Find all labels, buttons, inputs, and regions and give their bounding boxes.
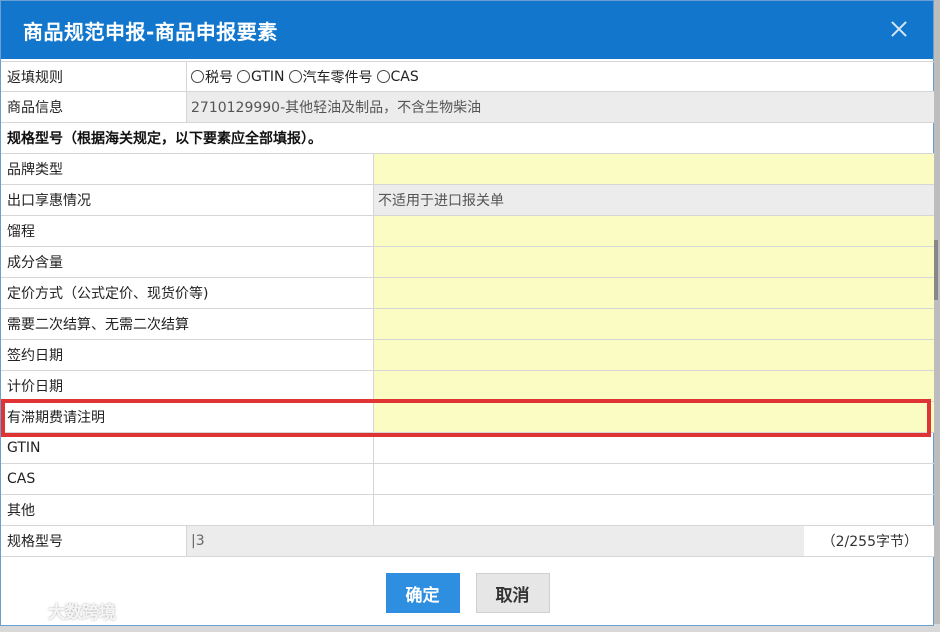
spec-model-input[interactable]: |3 (187, 526, 804, 556)
radio-label: 税号 (205, 69, 233, 86)
radio-circle-icon[interactable] (237, 70, 250, 83)
demurrage-input[interactable] (374, 402, 934, 432)
spec-row-pricing-method: 定价方式（公式定价、现货价等) (1, 278, 934, 309)
spec-row-other: 其他 (1, 495, 934, 526)
cas-input[interactable] (374, 464, 934, 494)
gtin-input[interactable] (374, 433, 934, 463)
background-scrollbar (934, 240, 938, 300)
product-info-row: 商品信息 2710129990-其他轻油及制品，不含生物柴油 (1, 92, 934, 123)
radio-circle-icon[interactable] (288, 70, 302, 83)
distillation-range-input[interactable] (374, 216, 934, 246)
radio-label: CAS (390, 68, 419, 85)
export-preference-value: 不适用于进口报关单 (374, 185, 934, 215)
spec-row-composition: 成分含量 (1, 247, 934, 278)
spec-model-row: 规格型号 |3 （2/255字节） (1, 526, 934, 557)
product-info-label: 商品信息 (1, 92, 187, 122)
spec-label: 馏程 (1, 216, 374, 246)
dialog-title: 商品规范申报-商品申报要素 (23, 19, 278, 44)
fill-rule-row: 返填规则 税号 GTIN 汽车零件号 CAS (1, 61, 934, 92)
pricing-method-input[interactable] (374, 278, 934, 308)
spec-label: 其他 (1, 495, 374, 525)
spec-label: 需要二次结算、无需二次结算 (1, 309, 374, 339)
watermark: 大数跨境 (4, 598, 116, 623)
spec-row-distillation-range: 馏程 (1, 216, 934, 247)
radio-tax-code[interactable]: 税号 (191, 67, 233, 87)
contract-date-input[interactable] (374, 340, 934, 370)
spec-row-gtin: GTIN (1, 433, 934, 464)
radio-circle-icon[interactable] (191, 70, 204, 83)
spec-label: 成分含量 (1, 247, 374, 277)
radio-label: GTIN (251, 68, 285, 85)
confirm-button[interactable]: 确定 (385, 573, 460, 613)
fill-rule-radio-group: 税号 GTIN 汽车零件号 CAS (191, 67, 423, 87)
spec-label: 计价日期 (1, 371, 374, 401)
composition-input[interactable] (374, 247, 934, 277)
spec-section-title: 规格型号（根据海关规定，以下要素应全部填报）。 (1, 123, 934, 154)
spec-row-pricing-date: 计价日期 (1, 371, 934, 402)
fill-rule-options: 税号 GTIN 汽车零件号 CAS (187, 62, 934, 91)
spec-label: 定价方式（公式定价、现货价等) (1, 278, 374, 308)
cancel-button[interactable]: 取消 (475, 573, 550, 613)
spec-row-demurrage: 有滞期费请注明 (1, 402, 934, 433)
close-icon[interactable] (889, 19, 909, 39)
spec-label: CAS (1, 464, 374, 494)
spec-row-export-preference: 出口享惠情况 不适用于进口报关单 (1, 185, 934, 216)
radio-circle-icon[interactable] (376, 70, 390, 83)
radio-auto-part-number[interactable]: 汽车零件号 (288, 67, 373, 87)
radio-cas[interactable]: CAS (376, 68, 419, 85)
declaration-form: 返填规则 税号 GTIN 汽车零件号 CAS 商品信息 2710129990-其… (1, 61, 934, 557)
byte-counter: （2/255字节） (804, 526, 934, 556)
spec-label: 品牌类型 (1, 154, 374, 184)
settlement-input[interactable] (374, 309, 934, 339)
product-info-value: 2710129990-其他轻油及制品，不含生物柴油 (187, 92, 934, 122)
spec-label: 出口享惠情况 (1, 185, 374, 215)
spec-row-settlement: 需要二次结算、无需二次结算 (1, 309, 934, 340)
radio-label: 汽车零件号 (302, 69, 373, 86)
watermark-logo-icon (5, 602, 36, 619)
spec-label: 有滞期费请注明 (1, 402, 374, 432)
watermark-text: 大数跨境 (48, 603, 116, 623)
pricing-date-input[interactable] (374, 371, 934, 401)
radio-gtin[interactable]: GTIN (237, 69, 285, 85)
declaration-elements-dialog: 商品规范申报-商品申报要素 返填规则 税号 GTIN 汽车零件号 CAS 商品信… (0, 0, 934, 626)
spec-label: 签约日期 (1, 340, 374, 370)
spec-row-contract-date: 签约日期 (1, 340, 934, 371)
spec-row-brand-type: 品牌类型 (1, 154, 934, 185)
other-input[interactable] (374, 495, 934, 525)
dialog-footer: 确定 取消 (1, 561, 934, 625)
fill-rule-label: 返填规则 (1, 62, 187, 91)
brand-type-input[interactable] (374, 154, 934, 184)
spec-row-cas: CAS (1, 464, 934, 495)
spec-model-label: 规格型号 (1, 526, 187, 556)
spec-label: GTIN (1, 433, 374, 463)
dialog-titlebar: 商品规范申报-商品申报要素 (1, 1, 933, 59)
